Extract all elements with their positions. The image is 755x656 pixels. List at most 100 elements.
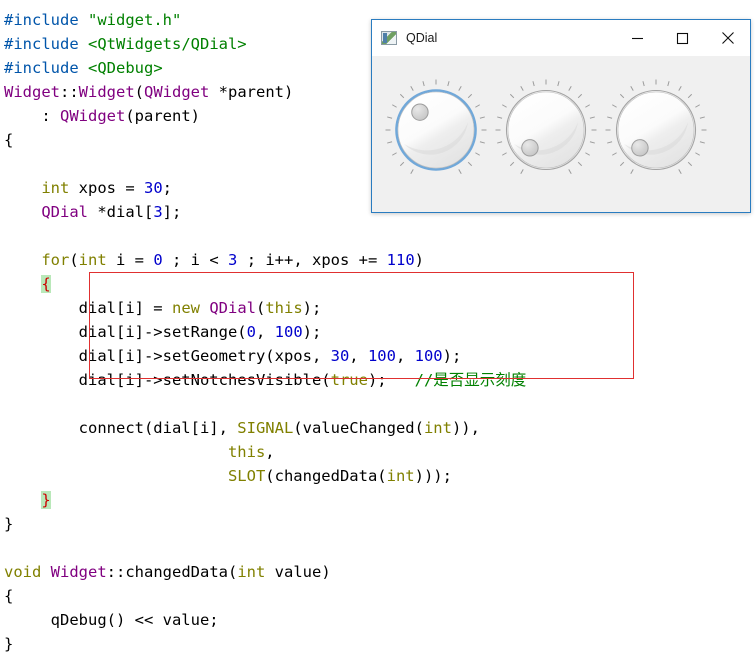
code-token: for [41, 251, 70, 269]
code-token: int [237, 563, 266, 581]
code-token: ); [367, 371, 415, 389]
dial-graphic[interactable] [494, 78, 598, 182]
code-token: *dial[ [88, 203, 154, 221]
code-token: (parent) [125, 107, 200, 125]
code-token: 100 [414, 347, 443, 365]
code-token: ))); [414, 467, 452, 485]
code-token: dial[i]->setGeometry(xpos, [4, 347, 331, 365]
close-icon [721, 32, 734, 44]
code-line: dial[i]->setRange(0, 100); [4, 320, 755, 344]
code-token: { [41, 275, 51, 293]
code-token: :: [60, 83, 79, 101]
code-token: } [4, 635, 14, 653]
maximize-button[interactable] [660, 20, 705, 56]
code-token: 100 [274, 323, 303, 341]
code-token: QDial [209, 299, 256, 317]
code-token: } [41, 491, 51, 509]
code-token: Widget [78, 83, 135, 101]
window-titlebar[interactable]: QDial [372, 20, 750, 56]
code-line: this, [4, 440, 755, 464]
code-token: "widget.h" [88, 11, 182, 29]
dial-1[interactable] [494, 78, 598, 182]
code-token: this [227, 443, 266, 461]
dial-0[interactable] [384, 78, 488, 182]
code-token: //是否显示刻度 [414, 371, 527, 389]
code-token: value) [265, 563, 331, 581]
code-line: SLOT(changedData(int))); [4, 464, 755, 488]
qdial-window[interactable]: QDial [371, 19, 751, 213]
code-token: Widget [50, 563, 107, 581]
code-line: for(int i = 0 ; i < 3 ; i++, xpos += 110… [4, 248, 755, 272]
dial-face[interactable] [397, 91, 475, 169]
code-token: 30 [330, 347, 350, 365]
code-line: dial[i]->setNotchesVisible(true); //是否显示… [4, 368, 755, 392]
dial-graphic[interactable] [604, 78, 708, 182]
code-token: new [171, 299, 200, 317]
code-token: *parent) [209, 83, 294, 101]
code-token: ( [134, 83, 145, 101]
code-line: connect(dial[i], SIGNAL(valueChanged(int… [4, 416, 755, 440]
dial-face[interactable] [617, 91, 695, 169]
code-token: true [330, 371, 368, 389]
code-token: 30 [143, 179, 163, 197]
minimize-button[interactable] [615, 20, 660, 56]
code-token: ; i++, xpos += [237, 251, 387, 269]
close-button[interactable] [705, 20, 750, 56]
code-token: i = [106, 251, 154, 269]
code-token: dial[i] = [4, 299, 172, 317]
code-token: )), [451, 419, 480, 437]
code-token: ; [162, 179, 172, 197]
code-token: 110 [386, 251, 415, 269]
code-token: Widget [4, 83, 60, 101]
screenshot-root: #include "widget.h" #include <QtWidgets/Q… [0, 0, 755, 653]
dial-graphic[interactable] [384, 78, 488, 182]
code-token: 3 [153, 203, 163, 221]
code-token: { [4, 131, 14, 149]
dial-2[interactable] [604, 78, 708, 182]
code-token: void [4, 563, 42, 581]
code-token: QDial [41, 203, 88, 221]
code-token: ); [302, 299, 322, 317]
code-token: dial[i]->setRange( [4, 323, 247, 341]
code-token: ); [302, 323, 322, 341]
code-token: <QtWidgets/QDial> [88, 35, 247, 53]
code-token: #include [4, 11, 88, 29]
code-token: ( [69, 251, 79, 269]
code-token: ) [414, 251, 425, 269]
code-token: , [349, 347, 368, 365]
code-token: (valueChanged( [293, 419, 424, 437]
code-token: xpos = [69, 179, 144, 197]
code-token: dial[i]->setNotchesVisible( [4, 371, 331, 389]
code-token: 3 [228, 251, 238, 269]
code-token: SLOT [227, 467, 266, 485]
code-line: dial[i] = new QDial(this); [4, 296, 755, 320]
code-token: : [4, 107, 60, 125]
code-token: 0 [246, 323, 256, 341]
code-token: ); [442, 347, 462, 365]
dial-face[interactable] [507, 91, 585, 169]
code-line: } [4, 488, 755, 512]
app-picture-icon [381, 31, 397, 45]
code-line: void Widget::changedData(int value) [4, 560, 755, 584]
code-line: qDebug() << value; [4, 608, 755, 632]
code-token: int [78, 251, 107, 269]
dial-handle[interactable] [411, 103, 429, 121]
code-token: <QDebug> [88, 59, 163, 77]
dial-handle[interactable] [521, 139, 539, 157]
window-title: QDial [406, 31, 438, 45]
code-token: qDebug() << value; [4, 611, 219, 629]
code-token: 100 [367, 347, 396, 365]
code-token: int [41, 179, 70, 197]
dial-handle[interactable] [631, 139, 649, 157]
maximize-icon [676, 32, 689, 44]
